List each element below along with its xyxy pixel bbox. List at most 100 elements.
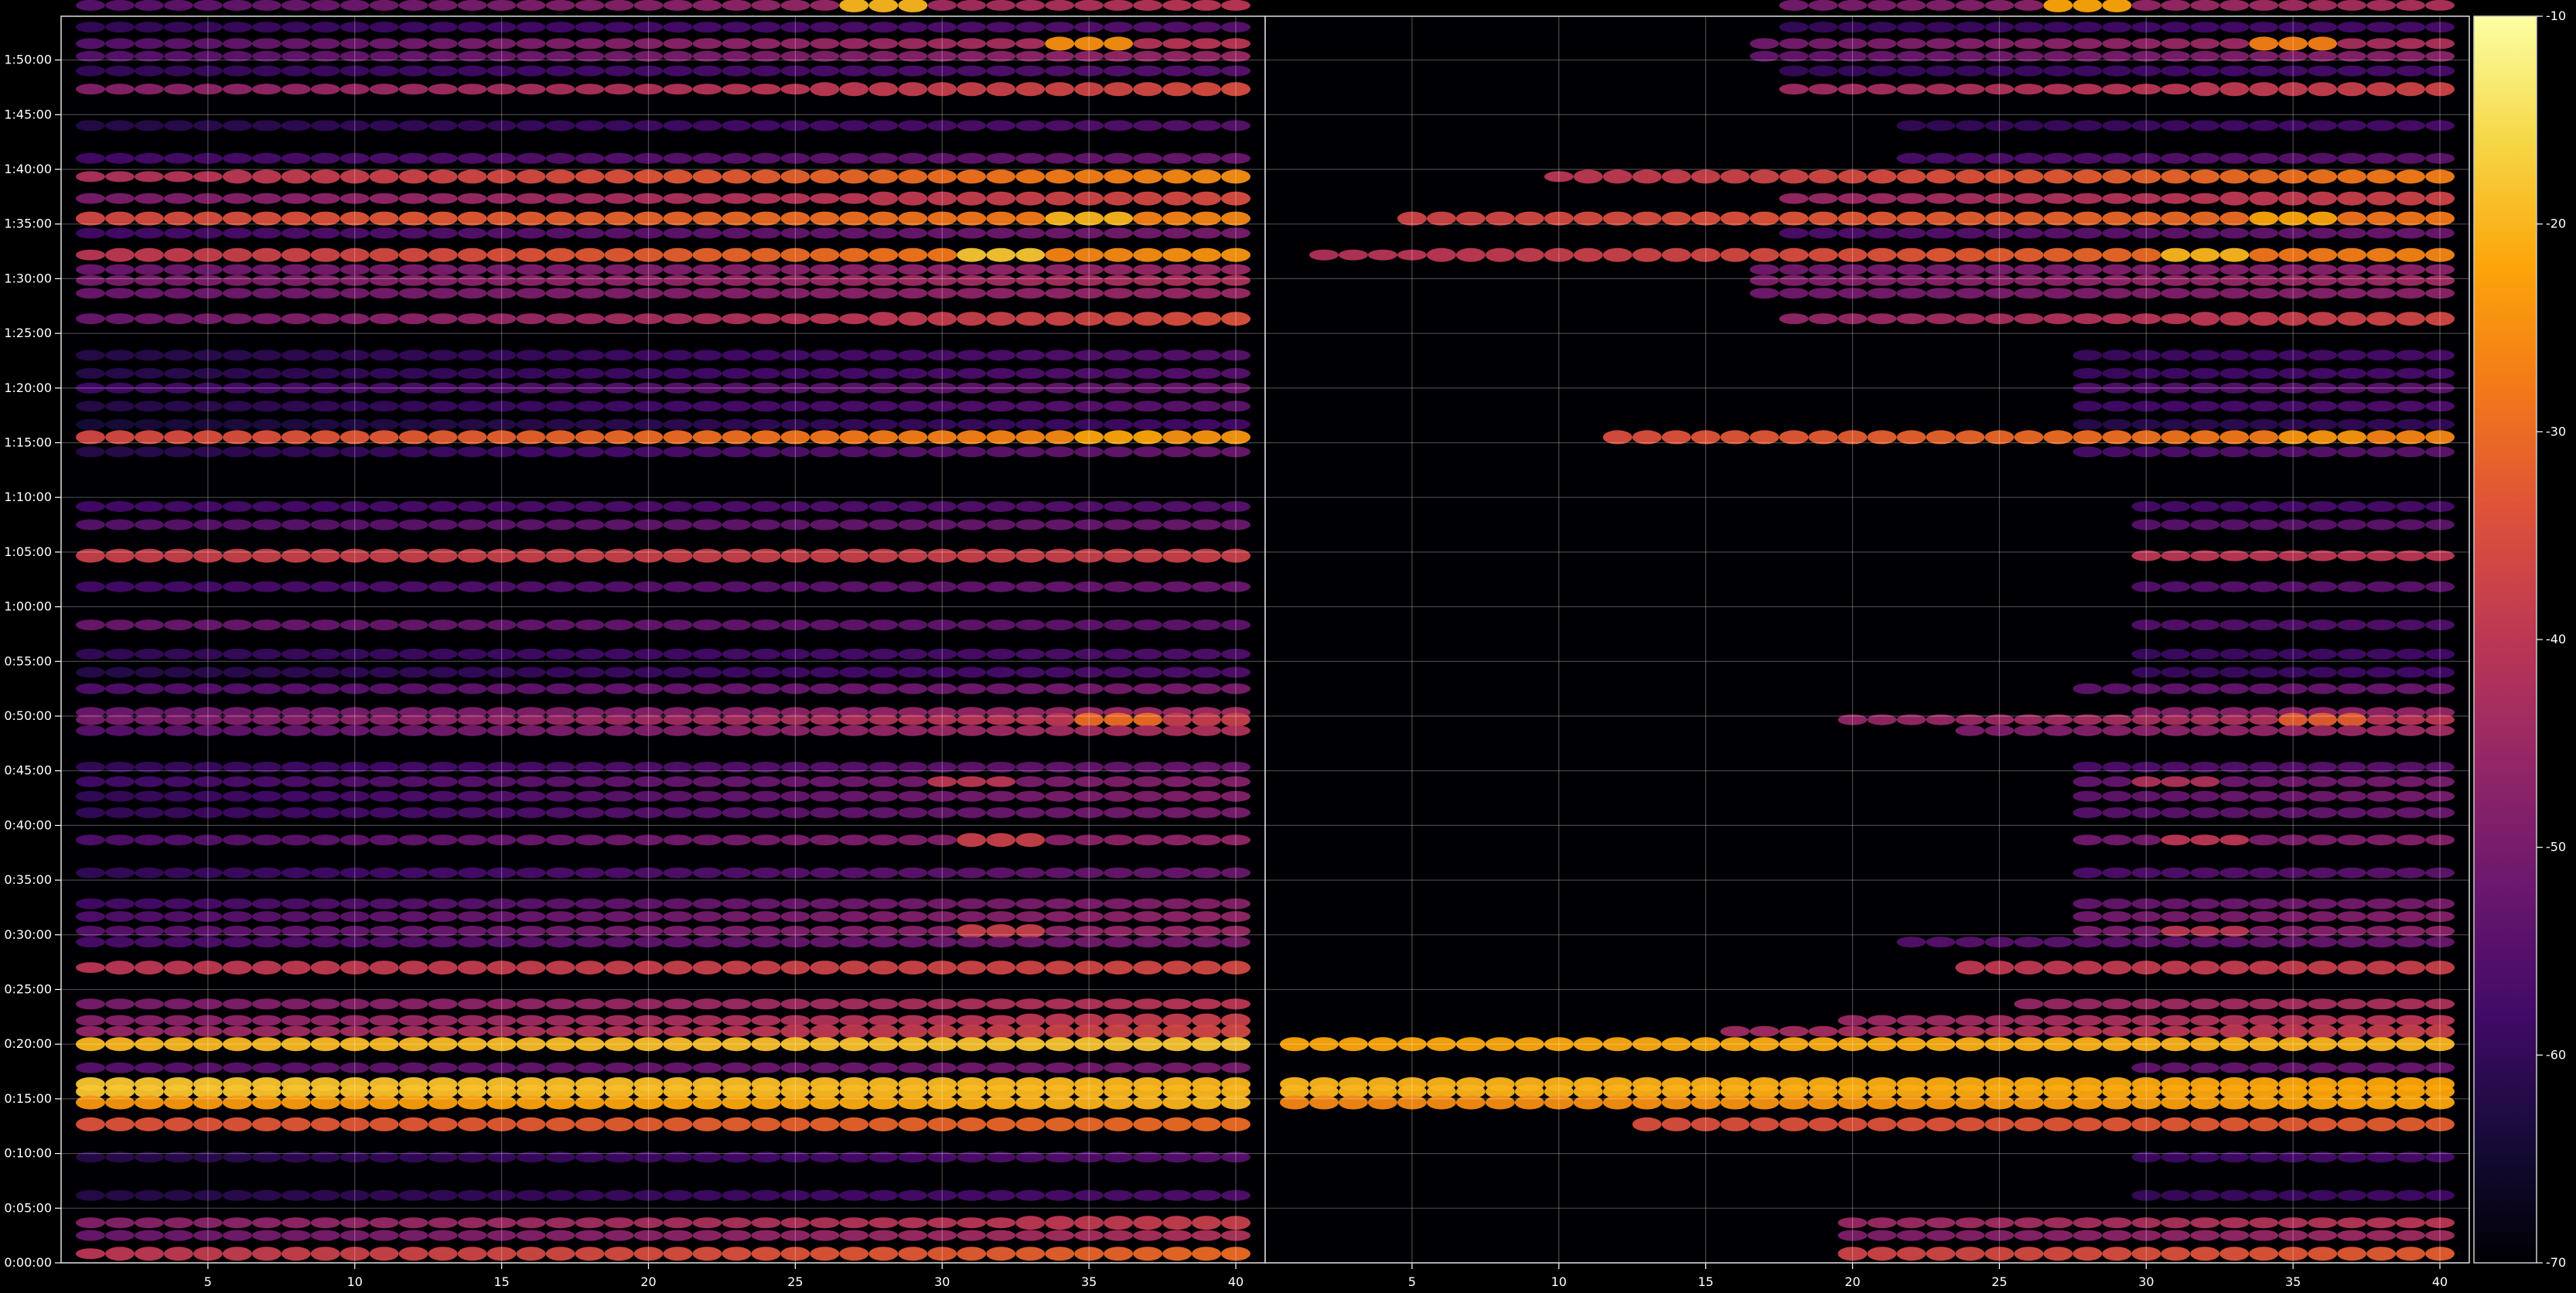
heat-cell-left-band11-x4: [163, 227, 193, 239]
heat-cell-right-band53-x18: [1779, 1095, 1809, 1110]
heat-cell-right-band58-x32: [2190, 1230, 2220, 1241]
heat-cell-left-band27-x4: [163, 581, 193, 592]
heat-cell-left-band26-x39: [1192, 548, 1221, 563]
heat-cell-left-band12-x3: [134, 247, 164, 262]
heat-cell-left-band4-x36: [1104, 65, 1134, 77]
heat-cell-left-band58-x3: [134, 1230, 164, 1241]
heat-cell-right-band14-x33: [2219, 275, 2250, 286]
heat-cell-left-band6-x16: [516, 120, 546, 131]
heat-cell-left-band4-x27: [839, 65, 869, 77]
heat-cell-right-band6-x36: [2308, 120, 2338, 131]
heat-cell-left-band37-x26: [810, 790, 840, 802]
heat-cell-left-band38-x3: [134, 807, 164, 818]
heat-cell-right-band10-x18: [1779, 211, 1809, 226]
heat-cell-right-band25-x38: [2366, 519, 2397, 531]
heat-cell-right-band53-x36: [2308, 1095, 2338, 1110]
heat-cell-right-band53-x34: [2249, 1095, 2279, 1110]
heat-cell-right-band4-x39: [2396, 65, 2425, 77]
heat-cell-left-band23-x16: [516, 446, 546, 458]
heat-cell-right-band41-x37: [2337, 898, 2367, 909]
heat-cell-left-band21-x16: [516, 418, 546, 430]
heat-cell-left-band12-x7: [251, 247, 281, 262]
heat-cell-left-band4-x37: [1133, 65, 1163, 77]
heat-cell-right-band25-x31: [2161, 519, 2191, 531]
heat-cell-left-band46-x7: [251, 998, 281, 1010]
heat-cell-left-band11-x36: [1104, 227, 1134, 239]
heat-cell-left-band14-x36: [1104, 275, 1134, 286]
heat-cell-left-band28-x31: [957, 619, 987, 631]
heat-cell-left-band2-x14: [457, 38, 487, 49]
heat-cell-left-band41-x39: [1192, 898, 1221, 909]
heat-cell-right-band41-x34: [2249, 898, 2279, 909]
heat-cell-left-band9-x18: [575, 193, 605, 204]
heat-cell-right-band39-x39: [2396, 834, 2425, 846]
heat-cell-left-band24-x31: [957, 501, 987, 512]
heat-cell-right-band4-x37: [2337, 65, 2367, 77]
heat-cell-left-band48-x18: [575, 1025, 605, 1037]
heat-cell-left-band14-x8: [281, 275, 311, 286]
heat-cell-left-band25-x28: [868, 519, 899, 531]
heat-cell-left-band39-x29: [898, 834, 928, 846]
heat-cell-right-band11-x23: [1926, 227, 1956, 239]
heat-cell-left-band14-x19: [604, 275, 634, 286]
heat-cell-left-band8-x12: [398, 169, 428, 184]
heat-cell-right-band53-x6: [1426, 1095, 1456, 1110]
heat-cell-right-band12-x14: [1661, 247, 1691, 262]
heat-cell-left-band44-x27: [839, 936, 869, 948]
heat-cell-left-band40-x17: [545, 867, 575, 878]
heat-cell-right-band53-x32: [2190, 1095, 2220, 1110]
heat-cell-right-band50-x34: [2249, 1062, 2279, 1073]
heat-cell-left-band30-x18: [575, 667, 605, 678]
heat-cell-left-band39-x27: [839, 834, 869, 846]
heat-cell-left-band12-x17: [545, 247, 575, 262]
heat-cell-left-band10-x11: [369, 211, 399, 226]
heat-cell-right-band0-x37: [2337, 0, 2367, 11]
heat-cell-left-band30-x39: [1192, 667, 1221, 678]
heat-cell-left-band27-x28: [868, 581, 899, 592]
heat-cell-right-band42-x36: [2308, 911, 2338, 923]
heat-cell-right-band53-x11: [1573, 1095, 1603, 1110]
heat-cell-right-band47-x27: [2043, 1015, 2073, 1026]
heat-cell-left-band1-x39: [1192, 22, 1221, 33]
heat-cell-left-band17-x21: [663, 350, 693, 361]
colorbar-gradient: [2473, 15, 2537, 1264]
heat-cell-left-band10-x27: [839, 211, 869, 226]
heat-cell-right-band54-x39: [2396, 1117, 2425, 1131]
heat-cell-left-band15-x21: [663, 288, 693, 299]
heat-cell-left-band25-x34: [1045, 519, 1075, 531]
heat-cell-right-band22-x39: [2396, 430, 2425, 445]
heat-cell-left-band41-x22: [692, 898, 722, 909]
heat-cell-left-band41-x34: [1045, 898, 1075, 909]
heat-cell-left-band10-x24: [751, 211, 781, 226]
heat-cell-left-band38-x9: [310, 807, 340, 818]
heat-cell-right-band21-x34: [2249, 418, 2279, 430]
heat-cell-left-band13-x6: [222, 264, 252, 275]
heat-cell-left-band26-x3: [134, 548, 164, 563]
heat-cell-left-band11-x28: [868, 227, 899, 239]
heat-cell-left-band47-x2: [105, 1015, 135, 1026]
heat-cell-right-band18-x37: [2337, 367, 2367, 379]
heat-cell-left-band10-x6: [222, 211, 252, 226]
heat-cell-left-band25-x38: [1162, 519, 1192, 531]
heat-cell-right-band23-x39: [2396, 446, 2425, 458]
heat-cell-left-band20-x36: [1104, 401, 1134, 412]
heat-cell-right-band25-x36: [2308, 519, 2338, 531]
heat-cell-left-band7-x2: [105, 152, 135, 164]
heat-cell-left-band26-x1: [76, 548, 105, 563]
heat-cell-left-band4-x11: [369, 65, 399, 77]
heat-cell-left-band21-x24: [751, 418, 781, 430]
heat-cell-right-band54-x13: [1632, 1117, 1662, 1131]
heat-cell-right-band22-x23: [1926, 430, 1956, 445]
heat-cell-left-band43-x31: [957, 924, 987, 939]
heat-cell-left-band41-x23: [722, 898, 752, 909]
heat-cell-left-band20-x34: [1045, 401, 1075, 412]
heat-cell-left-band50-x26: [810, 1062, 840, 1073]
heat-cell-left-band36-x19: [604, 776, 634, 787]
heat-cell-right-band31-x33: [2219, 683, 2250, 694]
heat-cell-left-band29-x32: [986, 648, 1016, 660]
heat-cell-left-band22-x36: [1104, 430, 1134, 445]
heat-cell-right-band23-x29: [2102, 446, 2132, 458]
heat-cell-left-band1-x36: [1104, 22, 1134, 33]
heat-cell-left-band50-x9: [310, 1062, 340, 1073]
heat-cell-left-band46-x32: [986, 998, 1016, 1010]
